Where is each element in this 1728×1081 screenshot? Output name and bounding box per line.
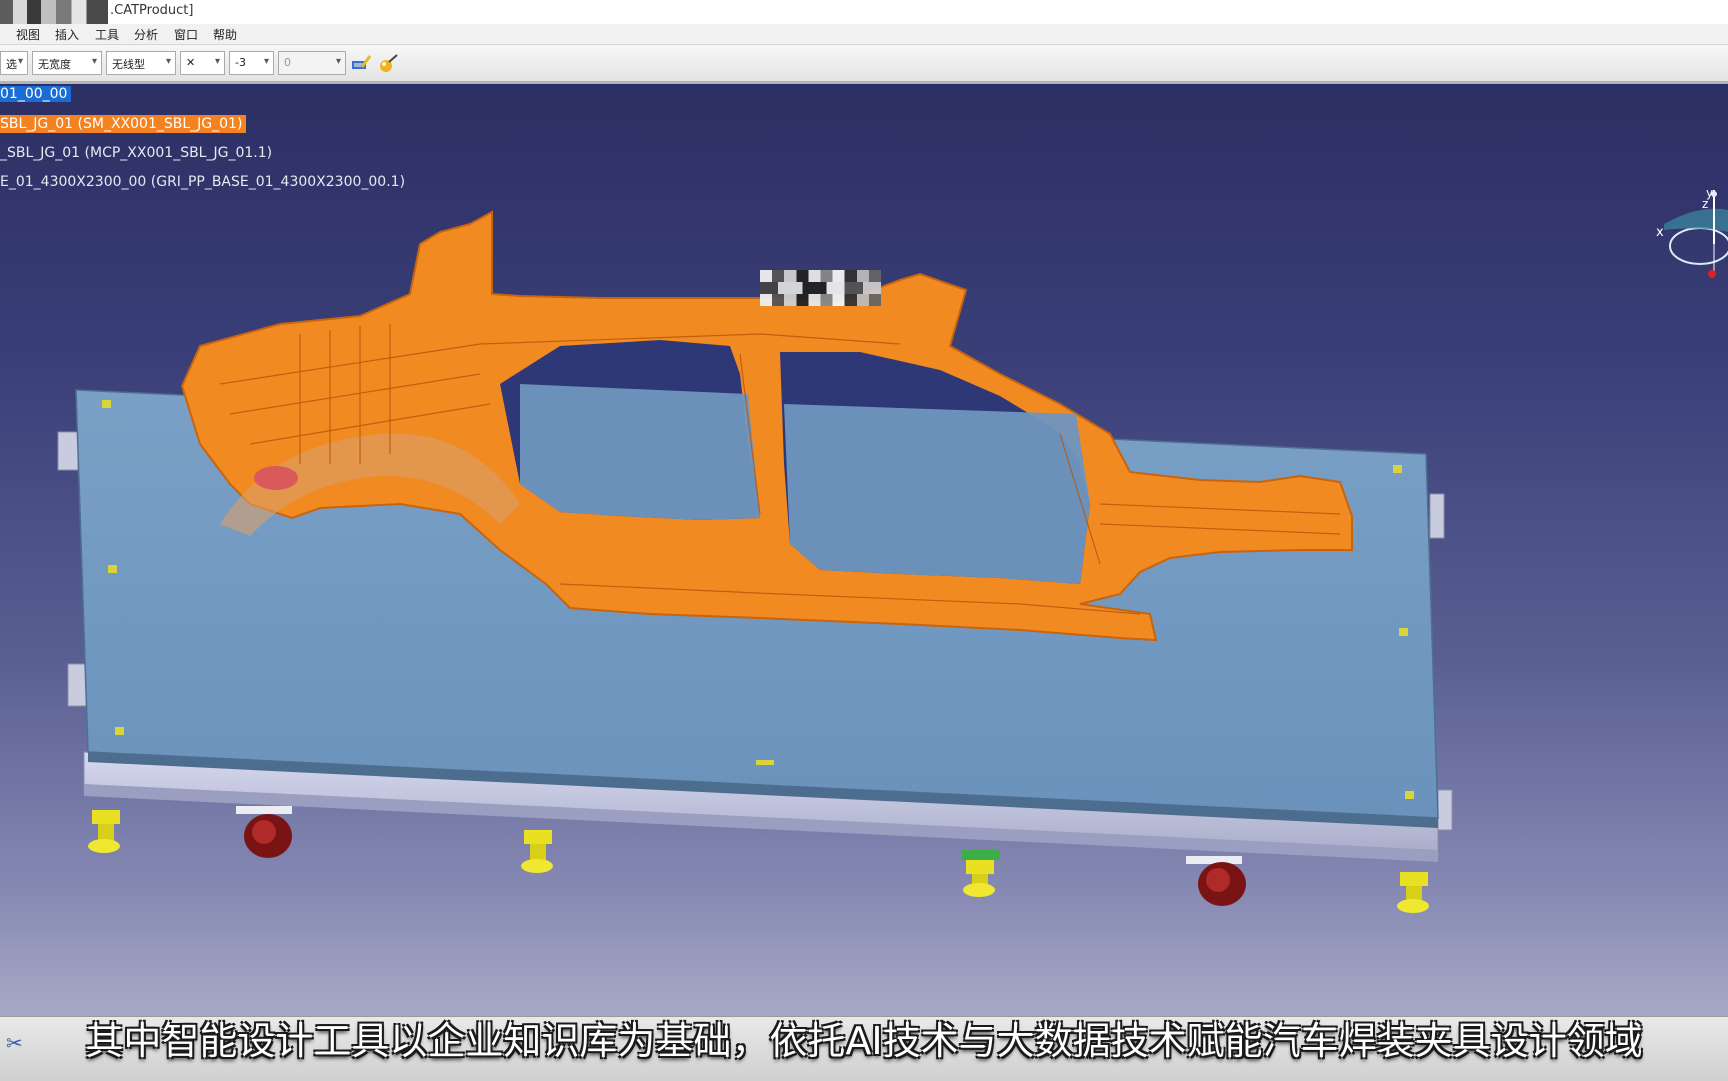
leveling-foot (1397, 872, 1429, 913)
bracket-left-top (57, 431, 79, 471)
point-symbol-select[interactable]: ✕ ▾ (180, 51, 225, 75)
leveling-foot (521, 830, 553, 873)
front-door-opening-lower (520, 384, 760, 520)
line-type-select[interactable]: 无线型 ▾ (106, 51, 176, 75)
leveling-foot (88, 810, 120, 853)
line-width-select[interactable]: 无宽度 ▾ (32, 51, 102, 75)
caster-wheel (1186, 856, 1246, 906)
title-bar: .CATProduct] (0, 0, 1728, 25)
painter-icon[interactable] (350, 53, 372, 73)
line-type-value: 无线型 (112, 58, 145, 71)
tree-node-mcp[interactable]: _SBL_JG_01 (MCP_XX001_SBL_JG_01.1) (0, 145, 272, 161)
menu-item-view[interactable]: 视图 (14, 26, 42, 43)
redacted-title (0, 0, 108, 24)
tree-node-selected[interactable]: SBL_JG_01 (SM_XX001_SBL_JG_01) (0, 115, 247, 133)
compass-icon[interactable]: x z y (1656, 186, 1728, 278)
chevron-down-icon: ▾ (17, 56, 23, 67)
locator-marker (756, 760, 774, 765)
compass-y-label: y (1706, 186, 1713, 200)
chevron-down-icon: ▾ (263, 56, 269, 67)
video-subtitle: 其中智能设计工具以企业知识库为基础，依托AI技术与大数据技术赋能汽车焊装夹具设计… (85, 1019, 1643, 1063)
layer-number-select[interactable]: 0 ▾ (278, 51, 346, 75)
line-width-value: 无宽度 (38, 58, 71, 71)
bracket-right-bottom (1437, 789, 1453, 831)
properties-brush-icon[interactable] (378, 53, 400, 73)
chevron-down-icon: ▾ (335, 56, 341, 67)
menu-item-insert[interactable]: 插入 (53, 26, 81, 43)
menu-item-help[interactable]: 帮助 (211, 26, 239, 43)
locator-marker (1405, 791, 1414, 799)
chevron-down-icon: ▾ (91, 56, 97, 67)
locator-marker (115, 727, 124, 735)
locator-marker (102, 400, 111, 408)
chevron-down-icon: ▾ (165, 56, 171, 67)
menu-item-window[interactable]: 窗口 (172, 26, 200, 43)
compass-x-label: x (1656, 225, 1664, 240)
graphic-properties-toolbar: 选 ▾ 无宽度 ▾ 无线型 ▾ ✕ ▾ -3 ▾ 0 ▾ (0, 45, 1728, 84)
menu-bar: 视图 插入 工具 分析 窗口 帮助 (0, 24, 1728, 45)
menu-item-analysis[interactable]: 分析 (132, 26, 160, 43)
layer-number-value: 0 (284, 56, 291, 69)
menu-item-start[interactable] (0, 26, 10, 40)
caster-wheel (236, 806, 292, 858)
render-style-value: -3 (235, 56, 246, 69)
layer-select[interactable]: 选 ▾ (0, 51, 28, 75)
chevron-down-icon: ▾ (214, 56, 220, 67)
leveling-foot (962, 850, 1000, 897)
tree-node-base[interactable]: E_01_4300X2300_00 (GRI_PP_BASE_01_4300X2… (0, 174, 405, 190)
window-title: .CATProduct] (110, 3, 194, 18)
render-style-select[interactable]: -3 ▾ (229, 51, 274, 75)
redacted-label (760, 270, 881, 306)
3d-viewport[interactable]: x z y 01_00_00 SBL_JG_01 (SM_XX001_SBL_J… (0, 84, 1728, 1016)
locator-marker (1393, 465, 1402, 473)
rear-door-opening-lower (784, 404, 1090, 584)
red-patch (254, 466, 298, 490)
bracket-right-top (1429, 493, 1445, 539)
tree-node-root[interactable]: 01_00_00 (0, 86, 72, 102)
point-symbol-value: ✕ (186, 56, 196, 69)
layer-select-value: 选 (6, 58, 17, 71)
fixture-assembly-model[interactable]: x z y (0, 84, 1728, 1016)
menu-item-tools[interactable]: 工具 (93, 26, 121, 43)
locator-marker (108, 565, 117, 573)
locator-marker (1399, 628, 1408, 636)
